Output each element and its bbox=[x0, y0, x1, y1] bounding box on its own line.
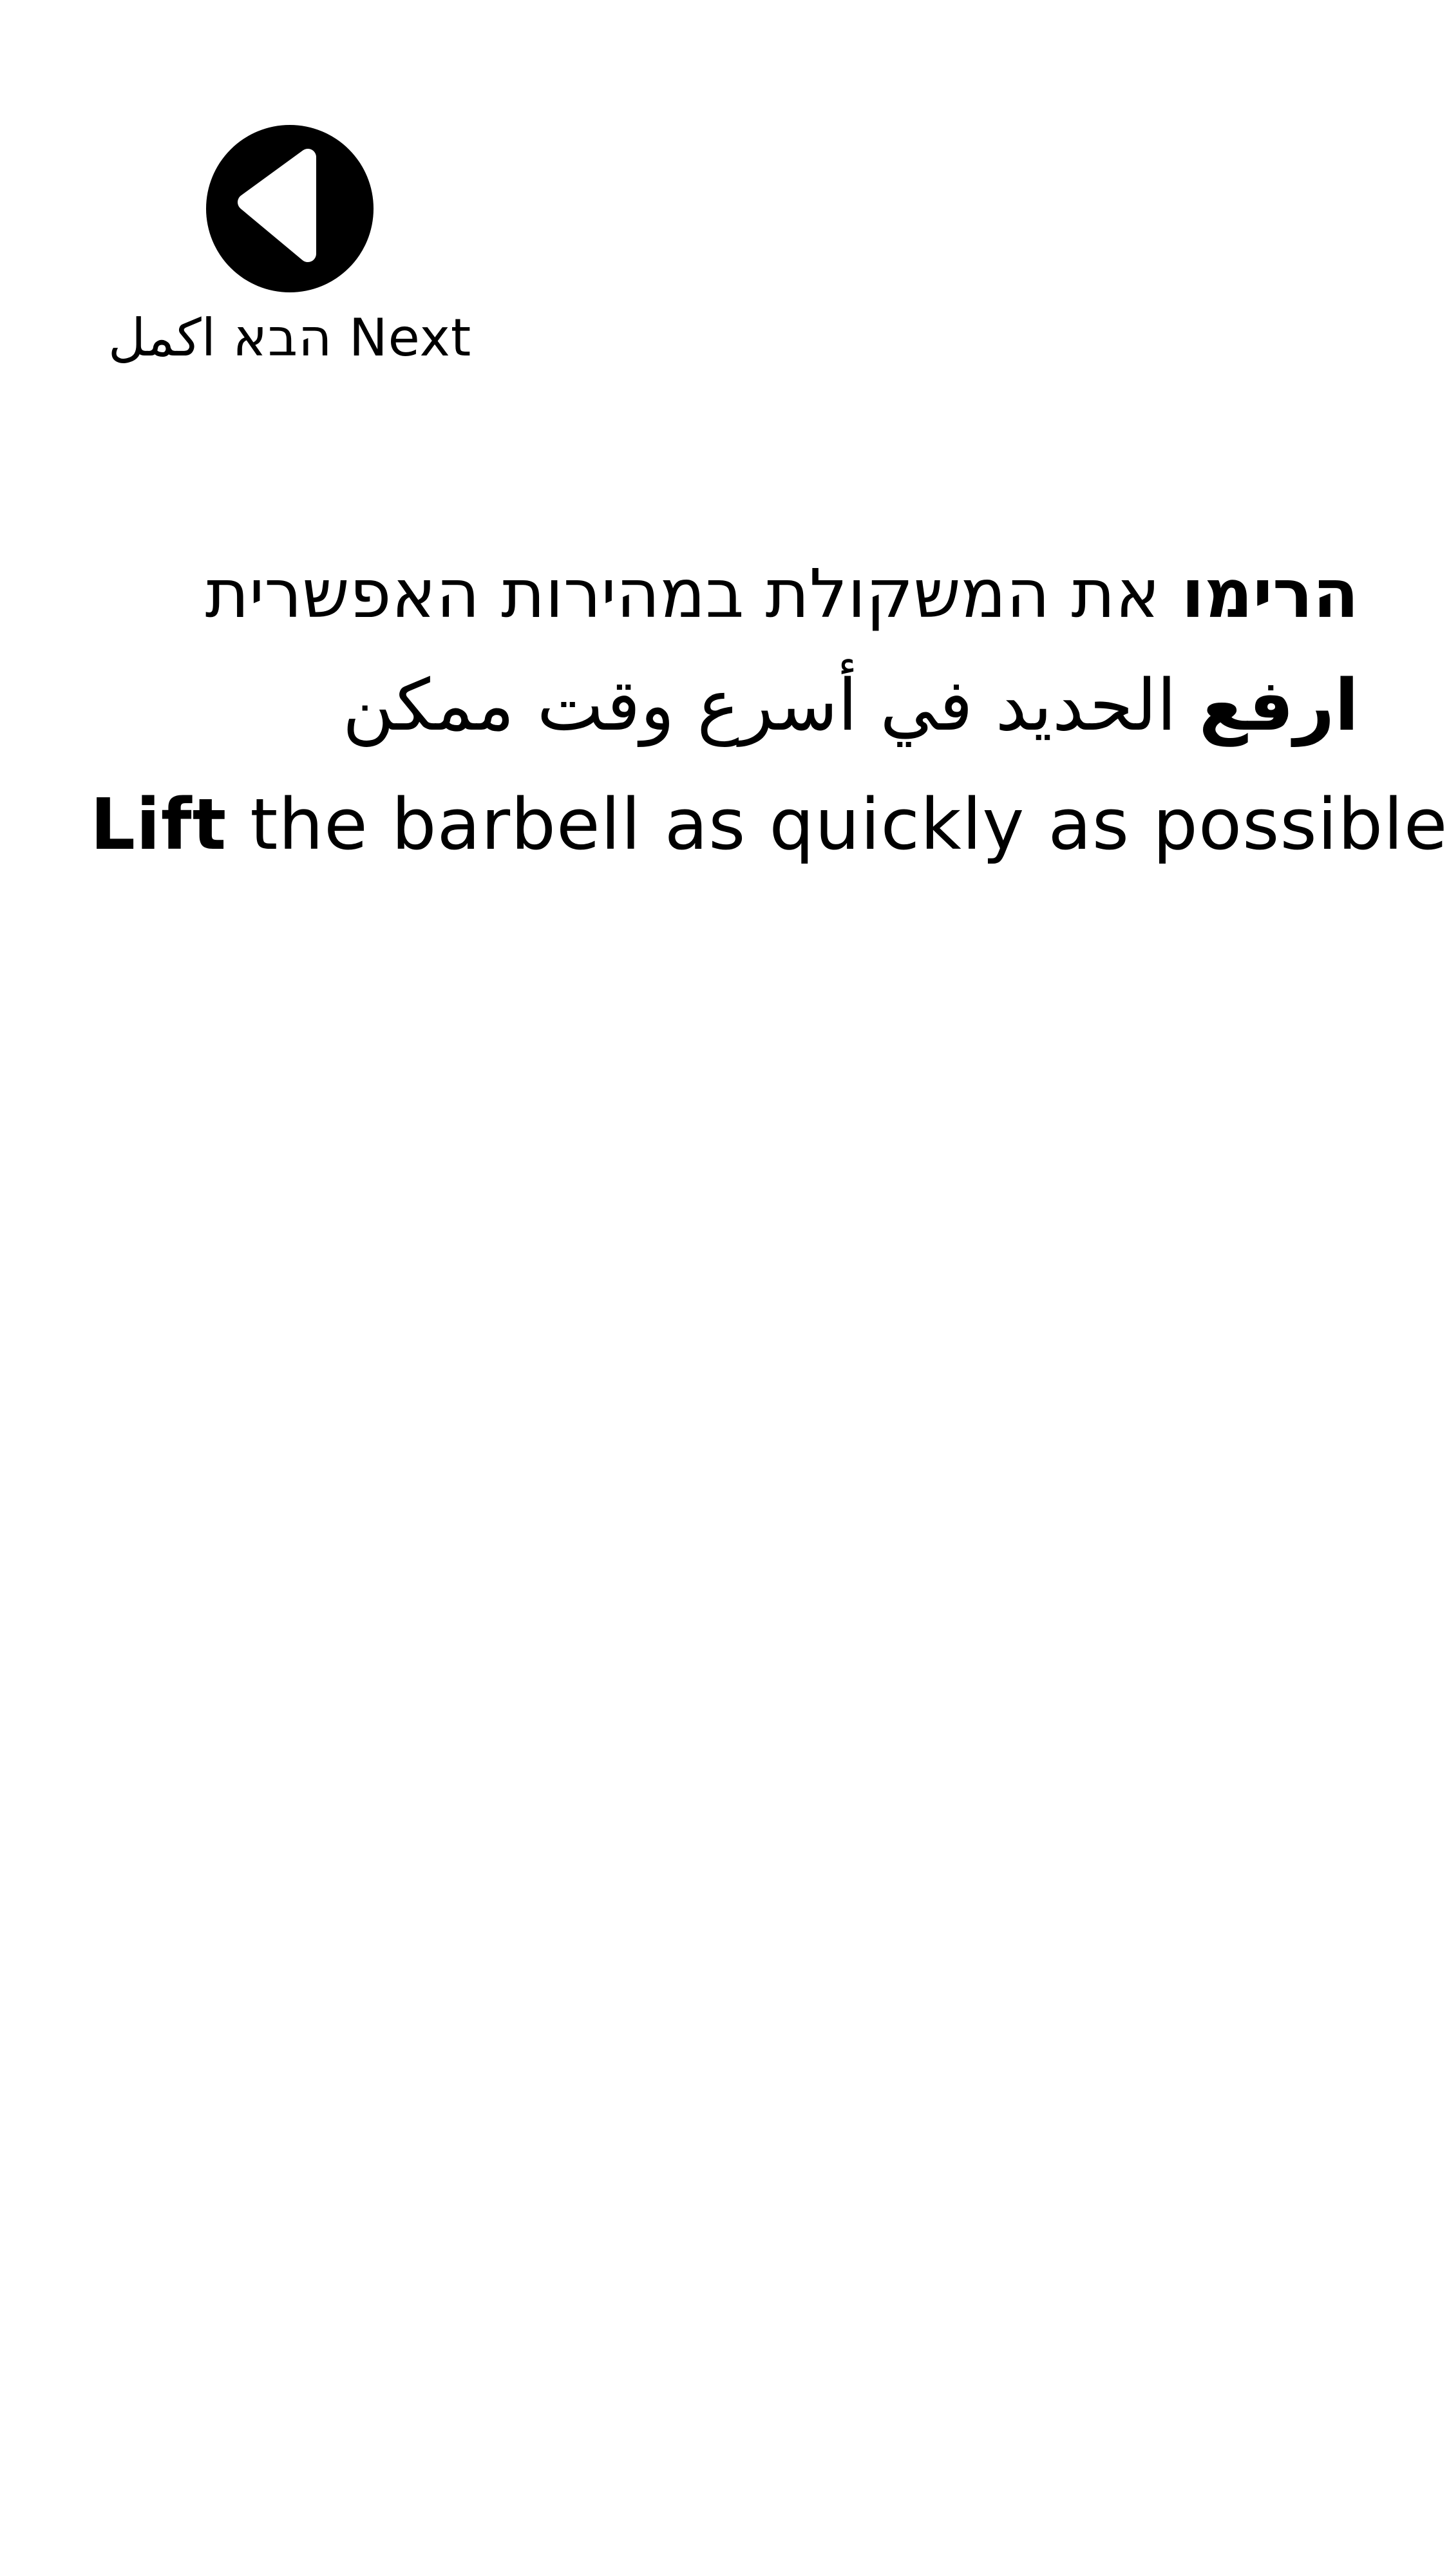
instruction-arabic-text: الحديد في أسرع وقت ممكن bbox=[342, 664, 1199, 746]
instruction-hebrew: הרימו את המשקולת במהירות האפשרית bbox=[90, 538, 1359, 650]
instruction-hebrew-verb: הרימו bbox=[1181, 554, 1359, 633]
instruction-arabic-verb: ارفع bbox=[1198, 664, 1359, 746]
instruction-english-text: the barbell as quickly as possible bbox=[227, 783, 1448, 866]
instruction-english: Lift the barbell as quickly as possible bbox=[90, 760, 1447, 889]
next-label: הבא اكمل Next bbox=[108, 308, 472, 368]
instruction-block: הרימו את המשקולת במהירות האפשרית ارفع ال… bbox=[90, 538, 1447, 889]
next-circle[interactable] bbox=[206, 125, 374, 292]
instruction-arabic: ارفع الحديد في أسرع وقت ممكن bbox=[90, 650, 1359, 760]
back-arrow-icon bbox=[238, 149, 316, 262]
instruction-english-verb: Lift bbox=[90, 783, 227, 866]
instruction-hebrew-text: את המשקולת במהירות האפשרית bbox=[205, 554, 1182, 633]
next-button[interactable]: הבא اكمل Next bbox=[97, 122, 483, 380]
